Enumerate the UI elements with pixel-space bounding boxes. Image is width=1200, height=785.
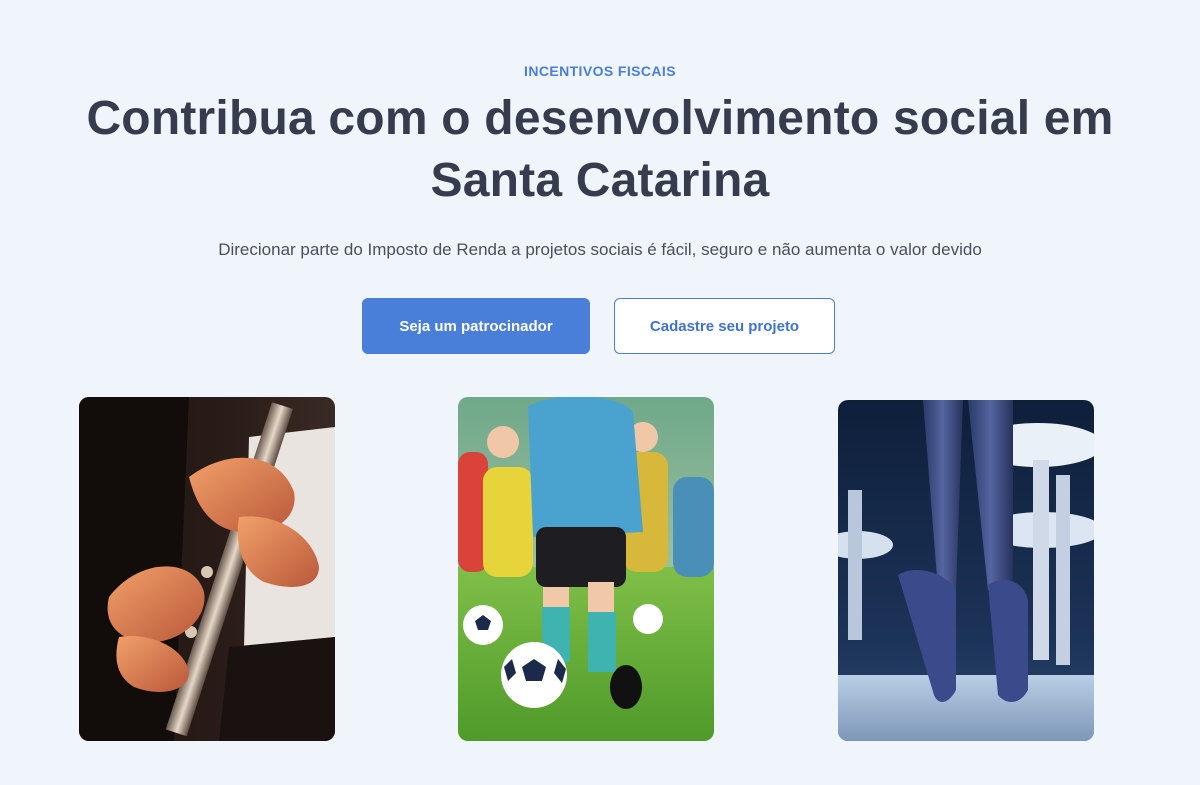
hero-eyebrow: INCENTIVOS FISCAIS: [524, 63, 676, 79]
soccer-photo: [458, 397, 714, 741]
register-project-button[interactable]: Cadastre seu projeto: [614, 298, 835, 354]
hero-title: Contribua com o desenvolvimento social e…: [86, 92, 1114, 207]
ballet-photo: [838, 400, 1094, 741]
sponsor-button[interactable]: Seja um patrocinador: [362, 298, 590, 354]
clarinet-photo: [79, 397, 335, 741]
hero-subtitle: Direcionar parte do Imposto de Renda a p…: [218, 240, 982, 259]
